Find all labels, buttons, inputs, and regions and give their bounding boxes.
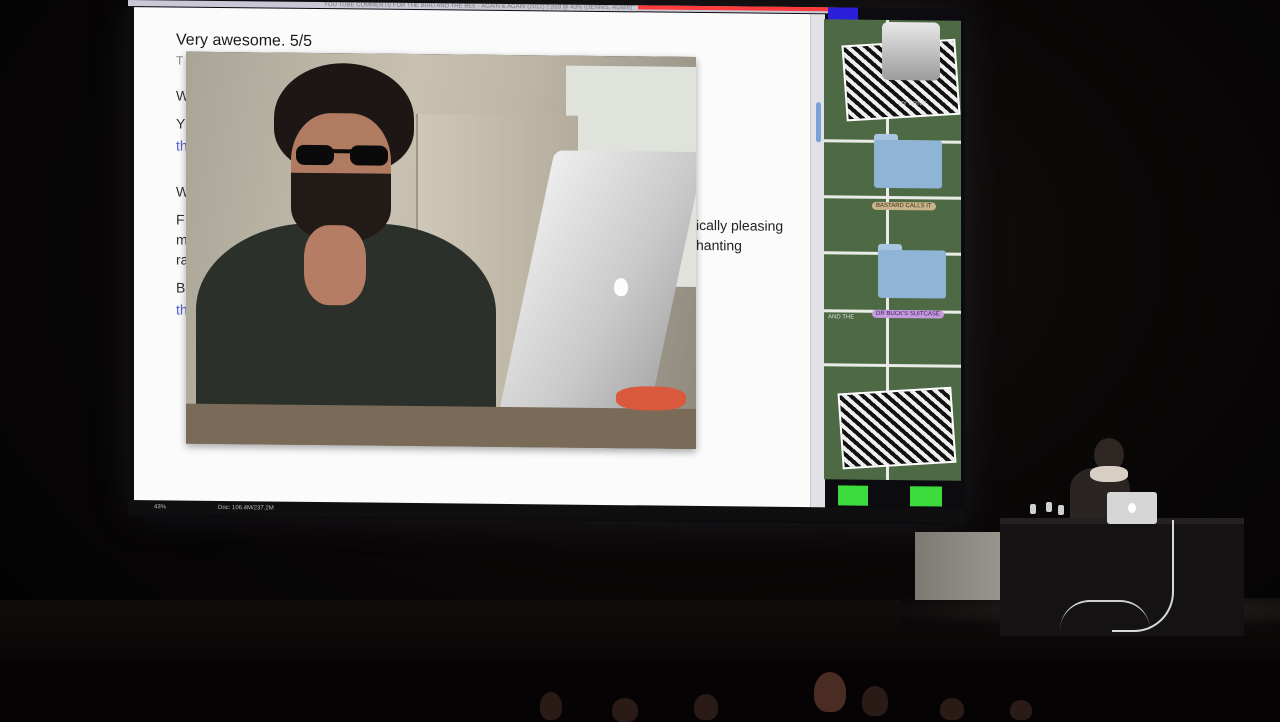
presenter-scarf [1090,466,1128,482]
orange-object [616,386,686,411]
finder-panel: MY DRIVE BASTARD CALLS IT DR BUCK'S SUIT… [824,19,961,481]
finder-label: BASTARD CALLS IT [872,201,936,211]
zoom-level[interactable]: 43% [154,504,166,510]
cable [1060,600,1150,638]
striped-graphic [837,386,957,470]
audience-head [540,692,562,720]
audience-head [940,698,964,720]
grid-line [824,195,961,200]
device-on-desk [1058,505,1064,515]
audience-head [862,686,888,716]
document-size: Doc: 106.4M/237.2M [218,504,274,512]
document-heading: Very awesome. 5/5 [176,31,313,50]
finder-label: MY DRIVE [898,101,927,108]
sunglasses-icon [296,144,388,166]
audience-head [1010,700,1032,720]
apple-logo-icon [1128,503,1136,513]
text-fragment: B [176,279,186,296]
pointing-hand [304,224,366,306]
scrollbar-thumb[interactable] [816,102,821,143]
status-green-block [910,486,942,507]
device-on-desk [1046,502,1052,512]
lit-wall-panel [915,532,1005,600]
text-fragment: Y [176,115,186,132]
folder-icon[interactable] [874,139,942,189]
device-on-desk [1030,504,1036,514]
apple-logo-icon [614,278,628,297]
audience-head [612,698,638,722]
hard-drive-icon[interactable] [882,21,940,81]
finder-label: DR BUCK'S SUITCASE [872,309,944,319]
text-fragment-right: hanting [696,236,742,254]
audience-head [814,672,846,712]
audience-head [694,694,718,720]
table [186,403,696,449]
projection-screen: YOU TUBE COMMENTS FOR THE BIRD AND THE B… [128,0,965,525]
document-scrollbar[interactable] [810,14,825,509]
document-canvas: Very awesome. 5/5 T W Y th W F m ra B th… [134,7,810,509]
text-fragment: T [176,53,184,68]
grid-line [824,363,961,368]
finder-label: AND THE [828,314,855,321]
text-fragment-right: ically pleasing [696,216,784,234]
status-green-block [838,485,868,506]
folder-icon[interactable] [878,249,946,299]
text-fragment: F [176,211,185,228]
video-still [186,51,696,449]
audience-row [0,660,1280,722]
